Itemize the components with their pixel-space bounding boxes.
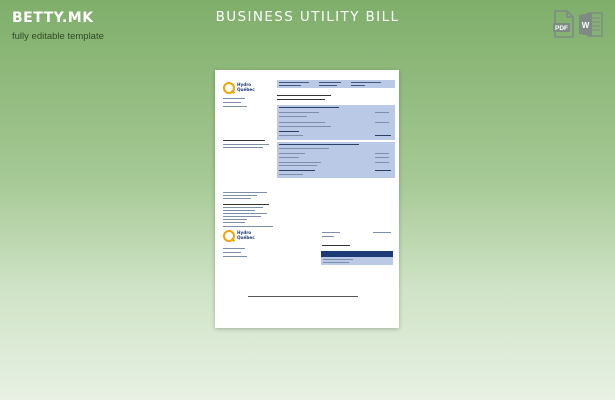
company-logo-stub: Hydro Québec bbox=[223, 230, 255, 242]
detail-charges-line bbox=[279, 170, 315, 172]
word-file-label: W bbox=[582, 21, 590, 30]
charges-summary-line bbox=[279, 116, 307, 118]
stub-address-line bbox=[223, 256, 247, 258]
detail-charges-line bbox=[279, 162, 321, 164]
amount-paid-line bbox=[323, 259, 353, 261]
stub-line bbox=[223, 204, 269, 206]
detail-charges-line bbox=[279, 153, 305, 155]
account-header-line bbox=[319, 85, 337, 87]
charges-summary-total bbox=[375, 135, 391, 137]
charges-summary-line bbox=[279, 126, 331, 128]
detail-charges-line bbox=[279, 165, 317, 167]
company-logo-stub-icon bbox=[223, 230, 235, 242]
bill-preview[interactable]: Hydro Québec Hydro Québec bbox=[215, 70, 399, 328]
company-logo-line2: Québec bbox=[237, 87, 255, 92]
company-logo-stub-line2: Québec bbox=[237, 235, 255, 240]
charges-summary-heading bbox=[279, 107, 339, 109]
payment-code-line bbox=[248, 296, 358, 298]
charges-summary-line bbox=[279, 135, 303, 137]
page-title: BUSINESS UTILITY BILL bbox=[215, 9, 400, 25]
stub-right-line bbox=[322, 236, 334, 238]
stub-address-line bbox=[223, 252, 241, 254]
pdf-file-label: PDF bbox=[555, 25, 568, 32]
charges-summary-line bbox=[279, 112, 319, 114]
detail-charges-line bbox=[279, 148, 329, 150]
charges-summary-line bbox=[279, 122, 325, 124]
file-format-icons: PDF W bbox=[552, 10, 603, 39]
charges-summary-amount bbox=[375, 122, 389, 124]
pdf-file-icon[interactable]: PDF bbox=[552, 10, 576, 39]
detail-charges-amount bbox=[375, 162, 389, 164]
detail-charges-amount bbox=[375, 157, 389, 159]
stub-line bbox=[223, 210, 255, 212]
detail-charges-total bbox=[375, 170, 391, 172]
stub-line bbox=[223, 192, 267, 194]
detail-charges-line bbox=[279, 174, 303, 176]
charges-summary-amount bbox=[375, 112, 389, 114]
info-heading-line bbox=[223, 140, 265, 142]
amount-paid-line bbox=[323, 262, 349, 264]
company-logo: Hydro Québec bbox=[223, 82, 255, 94]
stub-line bbox=[223, 195, 257, 197]
stub-line bbox=[223, 226, 273, 228]
stub-line bbox=[223, 207, 263, 209]
account-header-line bbox=[319, 82, 341, 84]
stub-right-line bbox=[322, 245, 350, 247]
stub-address-line bbox=[223, 248, 245, 250]
brand-tagline: fully editable template bbox=[12, 31, 104, 42]
sender-address-line bbox=[223, 102, 241, 104]
bill-title-line bbox=[277, 95, 331, 97]
word-file-icon[interactable]: W bbox=[579, 10, 603, 39]
company-logo-icon bbox=[223, 82, 235, 94]
detail-charges-heading bbox=[279, 144, 359, 146]
stub-line bbox=[223, 198, 251, 200]
info-line bbox=[223, 147, 263, 149]
stub-line bbox=[223, 219, 247, 221]
account-header-line bbox=[351, 85, 365, 87]
detail-charges-amount bbox=[375, 153, 389, 155]
stub-right-line bbox=[373, 232, 391, 234]
sender-address-line bbox=[223, 98, 245, 100]
bill-title-line bbox=[277, 99, 325, 101]
sender-address-line bbox=[223, 106, 247, 108]
account-header-line bbox=[279, 85, 301, 87]
charges-summary-line bbox=[279, 131, 299, 133]
account-header-line bbox=[351, 82, 381, 84]
stub-line bbox=[223, 213, 267, 215]
stub-line bbox=[223, 222, 245, 224]
account-header-line bbox=[279, 82, 309, 84]
stub-right-line bbox=[322, 232, 340, 234]
stub-line bbox=[223, 216, 261, 218]
detail-charges-line bbox=[279, 157, 299, 159]
info-line bbox=[223, 144, 269, 146]
